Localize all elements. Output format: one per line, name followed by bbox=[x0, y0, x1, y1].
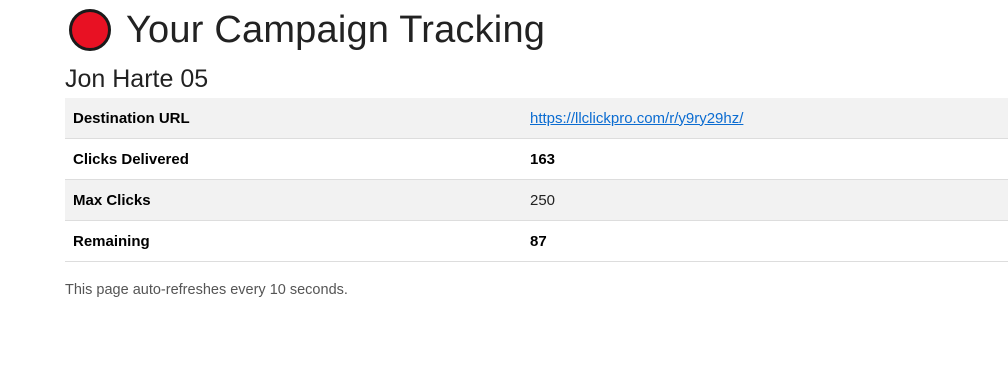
table-row-remaining: Remaining 87 bbox=[65, 220, 1008, 262]
destination-url-link[interactable]: https://llclickpro.com/r/y9ry29hz/ bbox=[530, 110, 743, 127]
campaign-tracking-page: Your Campaign Tracking Jon Harte 05 Dest… bbox=[65, 0, 1008, 298]
campaign-name: Jon Harte 05 bbox=[65, 65, 209, 93]
page-title: Your Campaign Tracking bbox=[126, 8, 546, 51]
destination-url-label: Destination URL bbox=[65, 98, 522, 139]
remaining-label: Remaining bbox=[65, 220, 522, 262]
remaining-value: 87 bbox=[522, 220, 1008, 262]
max-clicks-label: Max Clicks bbox=[65, 179, 522, 221]
title-row: Your Campaign Tracking bbox=[65, 1, 1008, 59]
table-row-max-clicks: Max Clicks 250 bbox=[65, 179, 1008, 221]
destination-url-cell: https://llclickpro.com/r/y9ry29hz/ bbox=[522, 98, 1008, 139]
red-circle-icon bbox=[69, 9, 111, 51]
table-row-destination-url: Destination URL https://llclickpro.com/r… bbox=[65, 98, 1008, 139]
clicks-delivered-label: Clicks Delivered bbox=[65, 138, 522, 180]
campaign-stats-table: Destination URL https://llclickpro.com/r… bbox=[65, 98, 1008, 262]
auto-refresh-note: This page auto-refreshes every 10 second… bbox=[65, 282, 348, 298]
table-row-clicks-delivered: Clicks Delivered 163 bbox=[65, 138, 1008, 180]
clicks-delivered-value: 163 bbox=[522, 138, 1008, 180]
max-clicks-value: 250 bbox=[522, 179, 1008, 221]
